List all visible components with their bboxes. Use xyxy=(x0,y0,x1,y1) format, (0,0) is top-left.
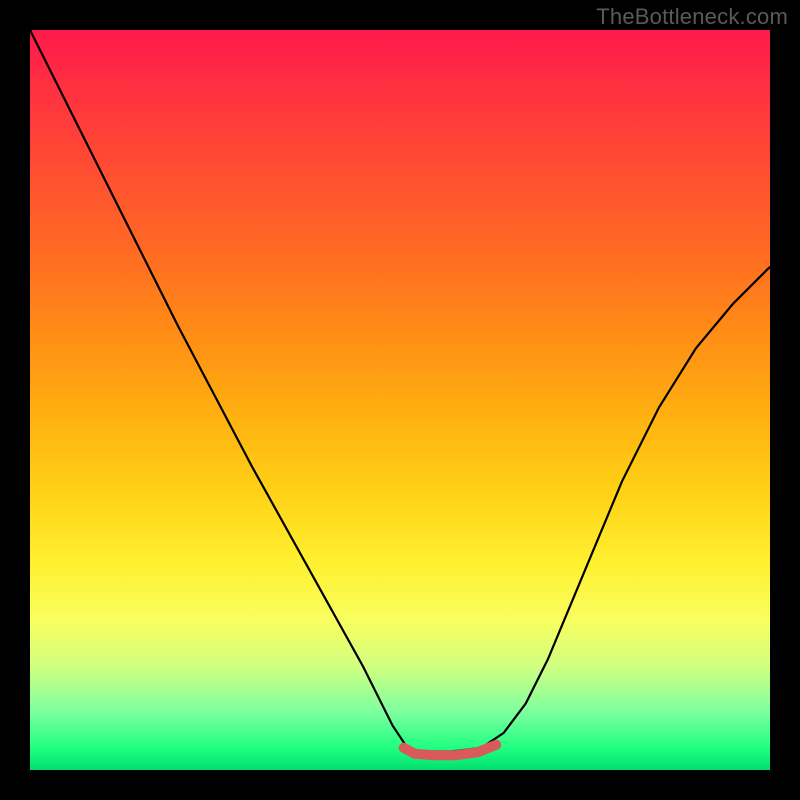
chart-area xyxy=(30,30,770,770)
bottleneck-curve xyxy=(30,30,770,752)
optimal-band xyxy=(404,745,497,755)
watermark-text: TheBottleneck.com xyxy=(596,4,788,30)
chart-svg xyxy=(30,30,770,770)
